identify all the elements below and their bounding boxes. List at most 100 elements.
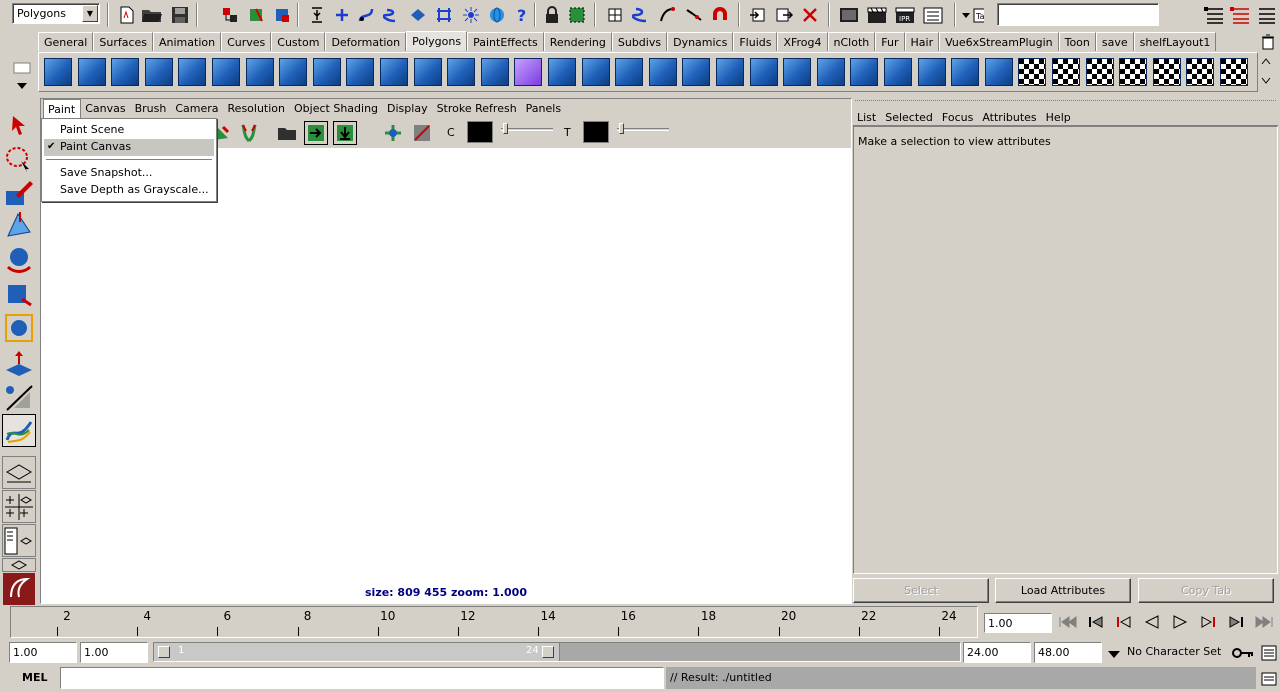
poly-cylinder-icon[interactable] — [177, 57, 207, 87]
ipr-render-icon[interactable]: IPR — [893, 3, 917, 27]
input-mode-dropdown-icon[interactable]: Ta — [960, 3, 984, 27]
scale-tool-icon[interactable] — [2, 277, 36, 310]
poly-uv-checker-icon[interactable] — [1051, 57, 1081, 87]
color-swatch[interactable] — [467, 121, 493, 143]
tab-save[interactable]: save — [1095, 32, 1134, 51]
rotate-tool-icon[interactable] — [2, 243, 36, 276]
tab-rendering[interactable]: Rendering — [543, 32, 612, 51]
poly-pyramid-icon[interactable] — [312, 57, 342, 87]
menu-item-paint-canvas[interactable]: Paint Canvas — [60, 140, 131, 153]
tab-fur[interactable]: Fur — [875, 32, 905, 51]
menu-item-save-depth[interactable]: Save Depth as Grayscale... — [60, 183, 209, 196]
poly-plane-icon[interactable] — [43, 57, 73, 87]
transparency-slider-track[interactable] — [617, 128, 669, 131]
range-start-handle[interactable] — [158, 646, 170, 658]
poly-poke-icon[interactable] — [984, 57, 1014, 87]
tab-painteffects[interactable]: PaintEffects — [467, 32, 544, 51]
poly-cone-icon[interactable] — [211, 57, 241, 87]
lock-icon[interactable] — [540, 3, 564, 27]
poly-bridge-icon[interactable] — [648, 57, 678, 87]
range-slider[interactable]: 1 24 — [153, 642, 961, 662]
trash-icon[interactable] — [1256, 30, 1280, 54]
chevron-down-icon[interactable] — [1102, 642, 1126, 666]
maya-logo-icon[interactable] — [2, 572, 36, 605]
poly-cut-icon[interactable] — [749, 57, 779, 87]
menu-focus[interactable]: Focus — [938, 108, 978, 127]
tab-hair[interactable]: Hair — [904, 32, 940, 51]
tab-vue6xstreamplugin[interactable]: Vue6xStreamPlugin — [939, 32, 1059, 51]
help-icon[interactable]: ? — [510, 3, 534, 27]
menu-list[interactable]: List — [853, 108, 881, 127]
magnet-icon[interactable] — [708, 3, 732, 27]
poly-combine-icon[interactable] — [413, 57, 443, 87]
shelf-scroll-up-icon[interactable] — [1257, 52, 1275, 70]
import-icon[interactable] — [746, 3, 770, 27]
menu-brush[interactable]: Brush — [131, 99, 172, 118]
poly-extract-icon[interactable] — [883, 57, 913, 87]
paint-effects-tool-icon[interactable] — [2, 414, 36, 447]
poly-duplicate-icon[interactable] — [917, 57, 947, 87]
current-time-indicator[interactable] — [17, 609, 19, 636]
canvas-open-icon[interactable] — [275, 121, 299, 145]
menu-stroke-refresh[interactable]: Stroke Refresh — [433, 99, 522, 118]
poly-pipe-icon[interactable] — [345, 57, 375, 87]
tab-custom[interactable]: Custom — [271, 32, 326, 51]
tool-settings-toggle-icon[interactable] — [1228, 3, 1252, 27]
snap-filter-icon[interactable] — [305, 3, 329, 27]
menu-resolution[interactable]: Resolution — [224, 99, 290, 118]
tab-curves[interactable]: Curves — [221, 32, 272, 51]
universal-manipulator-icon[interactable] — [2, 311, 36, 344]
input-ops-icon[interactable] — [603, 3, 627, 27]
poly-sphere-icon[interactable] — [110, 57, 140, 87]
save-scene-icon[interactable] — [168, 3, 192, 27]
soft-modification-icon[interactable] — [2, 346, 36, 379]
brush-preset-icon[interactable] — [237, 121, 261, 145]
poly-helix-icon[interactable] — [379, 57, 409, 87]
history-icon[interactable] — [459, 3, 483, 27]
tab-shelflayout1[interactable]: shelfLayout1 — [1133, 32, 1217, 51]
snap-grid-icon[interactable] — [330, 3, 354, 27]
poly-extrude-edge-icon[interactable] — [614, 57, 644, 87]
menu-item-paint-scene[interactable]: Paint Scene — [60, 123, 124, 136]
poly-merge-icon[interactable] — [816, 57, 846, 87]
command-language-label[interactable]: MEL — [22, 671, 47, 684]
step-back-key-icon[interactable] — [1112, 610, 1136, 634]
delete-history-icon[interactable] — [798, 3, 822, 27]
paint-select-tool-icon[interactable] — [2, 176, 36, 209]
snap-live-icon[interactable] — [432, 3, 456, 27]
single-perspective-layout-icon[interactable] — [2, 456, 36, 489]
color-slider-track[interactable] — [501, 128, 553, 131]
snap-view-plane-icon[interactable] — [406, 3, 430, 27]
canvas-snapshot-icon[interactable] — [333, 121, 357, 145]
range-end-handle[interactable] — [542, 646, 554, 658]
tab-fluids[interactable]: Fluids — [733, 32, 778, 51]
poly-split-icon[interactable] — [715, 57, 745, 87]
render-settings-icon[interactable] — [921, 3, 945, 27]
tab-xfrog4[interactable]: XFrog4 — [777, 32, 828, 51]
character-set-menu[interactable]: No Character Set — [1127, 642, 1229, 662]
poly-transfer-icon[interactable] — [1017, 57, 1047, 87]
menu-display[interactable]: Display — [383, 99, 433, 118]
render-view-icon[interactable] — [837, 3, 861, 27]
poly-uv-move-icon[interactable] — [1085, 57, 1115, 87]
clear-canvas-icon[interactable] — [410, 121, 434, 145]
selection-highlight-icon[interactable] — [565, 3, 589, 27]
step-forward-frame-icon[interactable] — [1224, 610, 1248, 634]
time-slider[interactable]: 2 4 6 8 10 12 14 16 18 20 22 24 — [10, 606, 978, 638]
menu-item-save-snapshot[interactable]: Save Snapshot... — [60, 166, 152, 179]
poly-boolean-icon[interactable] — [547, 57, 577, 87]
current-frame-field[interactable]: 1.00 — [984, 613, 1052, 633]
export-icon[interactable] — [772, 3, 796, 27]
poly-chip-off-icon[interactable] — [950, 57, 980, 87]
menu-set-dropdown[interactable]: Polygons ▼ — [12, 3, 100, 24]
poly-bevel-icon[interactable] — [849, 57, 879, 87]
poly-plane-tilt-icon[interactable] — [77, 57, 107, 87]
tab-surfaces[interactable]: Surfaces — [93, 32, 153, 51]
menu-canvas[interactable]: Canvas — [81, 99, 130, 118]
wrap-canvas-icon[interactable] — [381, 121, 405, 145]
poly-uv-sphere-icon[interactable] — [1118, 57, 1148, 87]
shelf-scroll-down-icon[interactable] — [1257, 72, 1275, 90]
tab-toon[interactable]: Toon — [1058, 32, 1096, 51]
transparency-slider-thumb[interactable] — [619, 123, 624, 134]
step-back-frame-icon[interactable] — [1084, 610, 1108, 634]
